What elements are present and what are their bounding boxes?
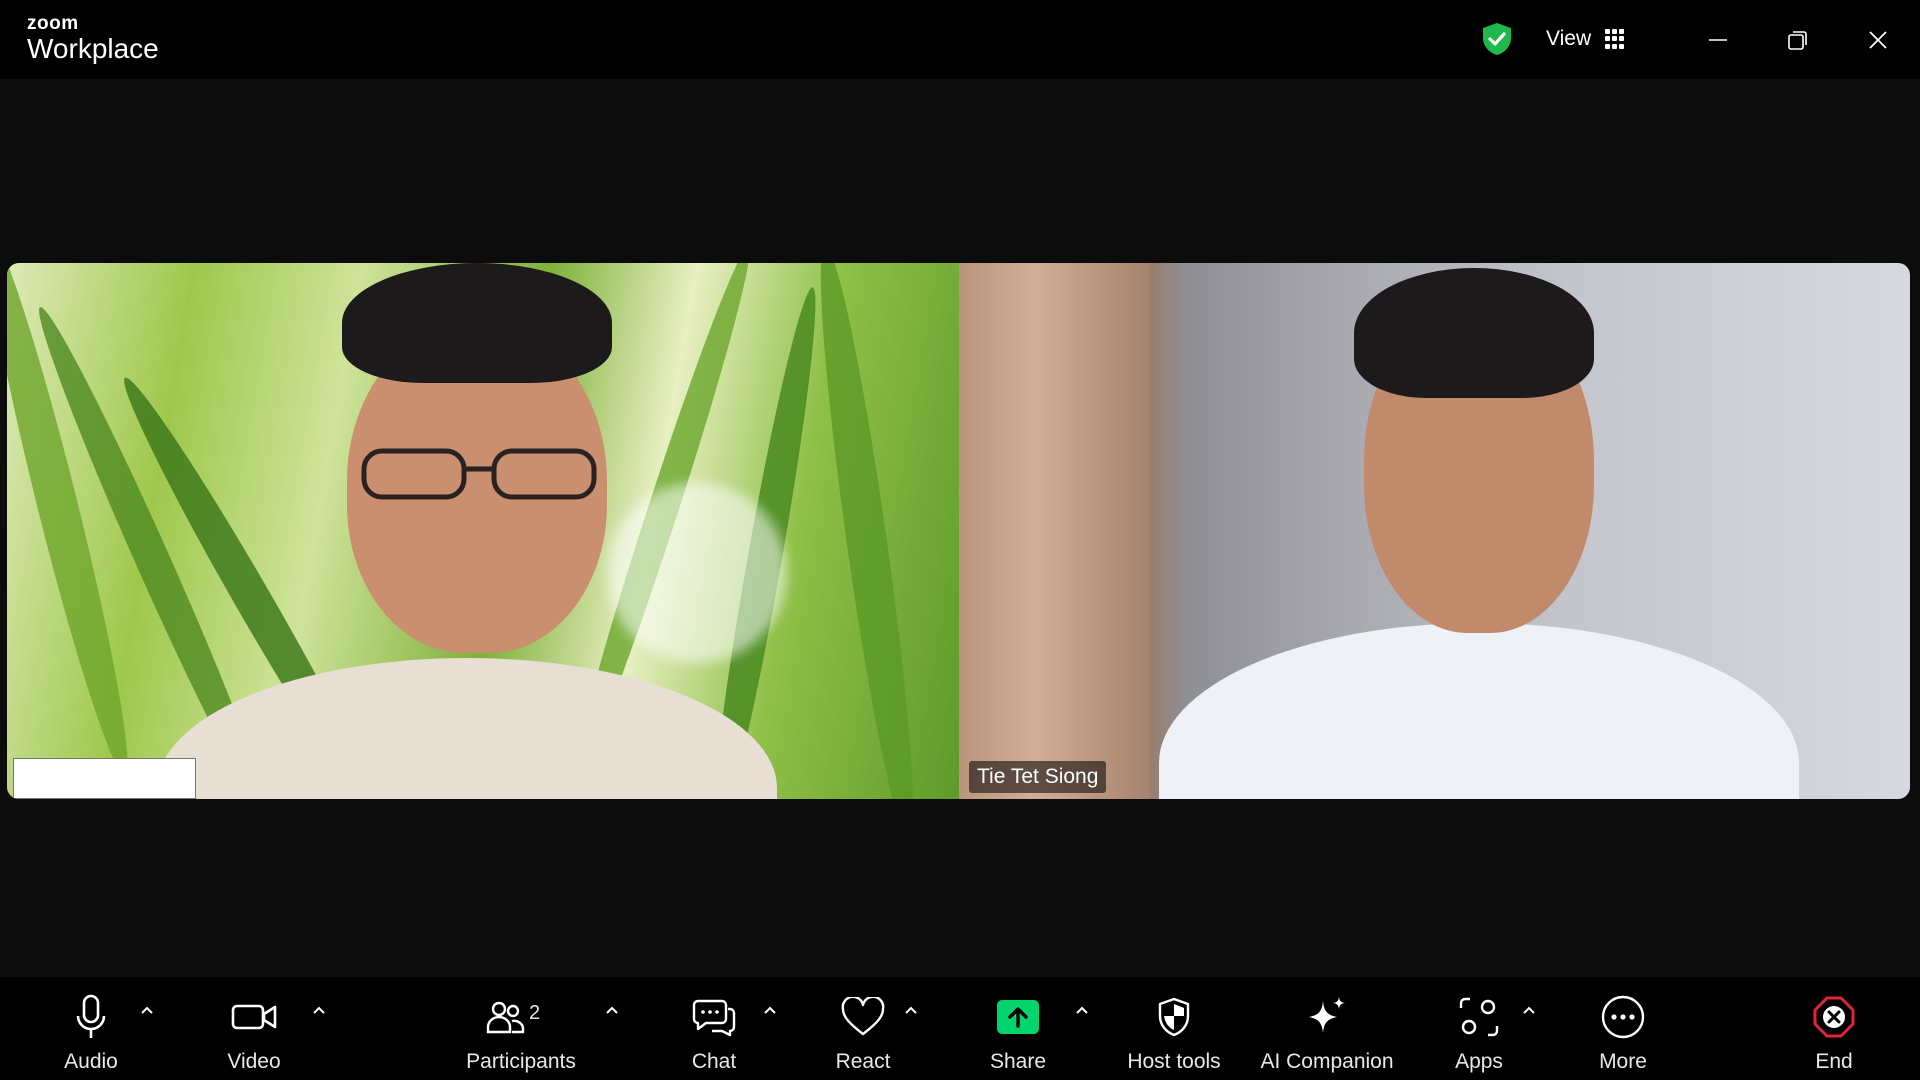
glasses-shape	[361, 448, 597, 500]
apps-options-caret[interactable]	[1518, 999, 1540, 1021]
share-label: Share	[989, 1050, 1047, 1073]
ai-companion-label: AI Companion	[1260, 1050, 1394, 1073]
host-tools-button[interactable]: Host tools	[1119, 977, 1229, 1080]
brand-zoom: zoom	[27, 13, 79, 34]
video-label: Video	[227, 1050, 281, 1073]
close-window-button[interactable]	[1858, 20, 1898, 60]
chat-icon	[692, 999, 736, 1037]
participants-label: Participants	[466, 1050, 576, 1073]
participant-count: 2	[529, 1002, 541, 1024]
react-button[interactable]: React	[830, 977, 896, 1080]
restore-button[interactable]	[1778, 20, 1818, 60]
chevron-up-icon	[141, 1006, 153, 1014]
chat-label: Chat	[691, 1050, 737, 1073]
video-options-caret[interactable]	[308, 999, 330, 1021]
camera-icon	[231, 1004, 277, 1030]
sparkle-icon	[1309, 997, 1345, 1033]
chat-options-caret[interactable]	[759, 999, 781, 1021]
view-label: View	[1546, 27, 1592, 50]
end-icon	[1813, 996, 1855, 1038]
react-label: React	[835, 1050, 891, 1073]
participants-button[interactable]: 2 Participants	[463, 977, 579, 1080]
video-button[interactable]: Video	[217, 977, 291, 1080]
share-options-caret[interactable]	[1071, 999, 1093, 1021]
meeting-toolbar: Audio Video 2 Participants Chat React Sh…	[0, 977, 1920, 1080]
share-screen-icon	[997, 1000, 1039, 1034]
ai-companion-button[interactable]: AI Companion	[1256, 977, 1398, 1080]
view-button[interactable]: View	[1546, 24, 1625, 54]
react-options-caret[interactable]	[900, 999, 922, 1021]
chevron-up-icon	[1523, 1006, 1535, 1014]
apps-button[interactable]: Apps	[1446, 977, 1512, 1080]
grid-icon	[1605, 29, 1625, 49]
host-tools-label: Host tools	[1127, 1050, 1221, 1073]
chevron-up-icon	[905, 1006, 917, 1014]
restore-icon	[1788, 31, 1807, 50]
share-button[interactable]: Share	[984, 977, 1052, 1080]
more-button[interactable]: More	[1590, 977, 1656, 1080]
audio-label: Audio	[64, 1050, 118, 1073]
video-tile-remote[interactable]: Tie Tet Siong	[959, 263, 1910, 799]
more-icon	[1601, 995, 1645, 1039]
participants-options-caret[interactable]	[601, 999, 623, 1021]
heart-icon	[841, 997, 885, 1036]
chat-button[interactable]: Chat	[684, 977, 744, 1080]
chevron-up-icon	[606, 1006, 618, 1014]
video-tile-self[interactable]	[7, 263, 959, 799]
minimize-icon	[1709, 39, 1727, 41]
chevron-up-icon	[313, 1006, 325, 1014]
participant-name-tag-self	[13, 758, 196, 799]
security-shield-icon[interactable]	[1481, 22, 1513, 56]
participants-icon	[486, 1001, 525, 1034]
audio-options-caret[interactable]	[136, 999, 158, 1021]
chevron-up-icon	[764, 1006, 776, 1014]
host-shield-icon	[1158, 997, 1190, 1037]
apps-label: Apps	[1455, 1050, 1503, 1073]
end-label: End	[1815, 1050, 1853, 1073]
apps-icon	[1459, 997, 1499, 1037]
microphone-icon	[76, 994, 106, 1038]
participant-name-tag-remote: Tie Tet Siong	[969, 761, 1107, 793]
end-meeting-button[interactable]: End	[1806, 977, 1862, 1080]
more-label: More	[1599, 1050, 1647, 1073]
brand-workplace: Workplace	[27, 33, 159, 64]
close-icon	[1869, 31, 1887, 49]
minimize-button[interactable]	[1698, 20, 1738, 60]
chevron-up-icon	[1076, 1006, 1088, 1014]
app-logo: zoom Workplace	[27, 14, 159, 63]
title-bar: zoom Workplace View	[0, 0, 1920, 79]
audio-button[interactable]: Audio	[54, 977, 128, 1080]
